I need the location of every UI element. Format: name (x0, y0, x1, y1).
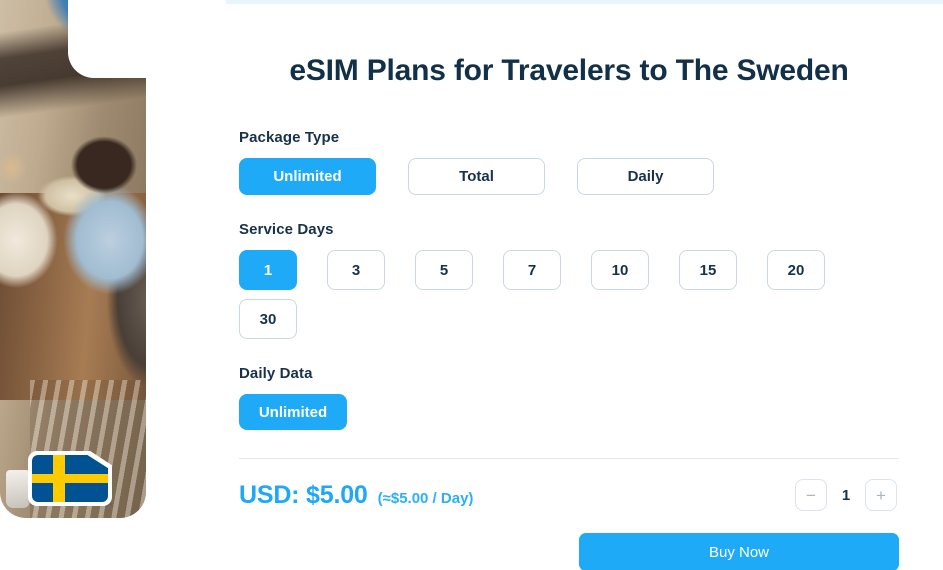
service-days-label: Service Days (239, 221, 334, 238)
quantity-value: 1 (841, 486, 851, 504)
sweden-flag-badge (28, 451, 112, 506)
flag-icon (32, 455, 108, 502)
price-and-quantity-row: USD: $5.00 (≈$5.00 / Day) − 1 + (239, 479, 899, 511)
quantity-stepper: − 1 + (795, 479, 897, 511)
buy-row: Buy Now (239, 533, 899, 570)
package-type-options: Unlimited Total Daily (239, 158, 899, 195)
service-days-options: 1 3 5 7 10 15 20 30 (239, 250, 899, 339)
service-days-option-20[interactable]: 20 (767, 250, 825, 290)
page-title: eSIM Plans for Travelers to The Sweden (289, 54, 849, 87)
photo-notch-right (146, 0, 226, 560)
destination-photo-panel (0, 0, 146, 518)
service-days-option-5[interactable]: 5 (415, 250, 473, 290)
package-type-option-total[interactable]: Total (408, 158, 545, 195)
package-type-label: Package Type (239, 129, 340, 146)
esim-plan-page: eSIM Plans for Travelers to The Sweden P… (0, 0, 943, 570)
service-days-option-30[interactable]: 30 (239, 299, 297, 339)
daily-data-label: Daily Data (239, 365, 313, 382)
section-divider (239, 458, 899, 459)
photo-detail-glass (6, 470, 30, 508)
photo-notch-upper (68, 0, 146, 78)
total-price: USD: $5.00 (239, 480, 368, 509)
service-days-option-7[interactable]: 7 (503, 250, 561, 290)
quantity-decrease-button[interactable]: − (795, 479, 827, 511)
price-block: USD: $5.00 (≈$5.00 / Day) (239, 481, 473, 510)
price-per-day: (≈$5.00 / Day) (377, 489, 474, 507)
package-type-option-daily[interactable]: Daily (577, 158, 714, 195)
daily-data-options: Unlimited (239, 394, 899, 430)
buy-now-button[interactable]: Buy Now (579, 533, 899, 570)
package-type-option-unlimited[interactable]: Unlimited (239, 158, 376, 195)
service-days-option-3[interactable]: 3 (327, 250, 385, 290)
service-days-option-1[interactable]: 1 (239, 250, 297, 290)
plan-configurator: eSIM Plans for Travelers to The Sweden P… (239, 0, 899, 570)
quantity-increase-button[interactable]: + (865, 479, 897, 511)
daily-data-option-unlimited[interactable]: Unlimited (239, 394, 347, 430)
service-days-option-10[interactable]: 10 (591, 250, 649, 290)
service-days-option-15[interactable]: 15 (679, 250, 737, 290)
